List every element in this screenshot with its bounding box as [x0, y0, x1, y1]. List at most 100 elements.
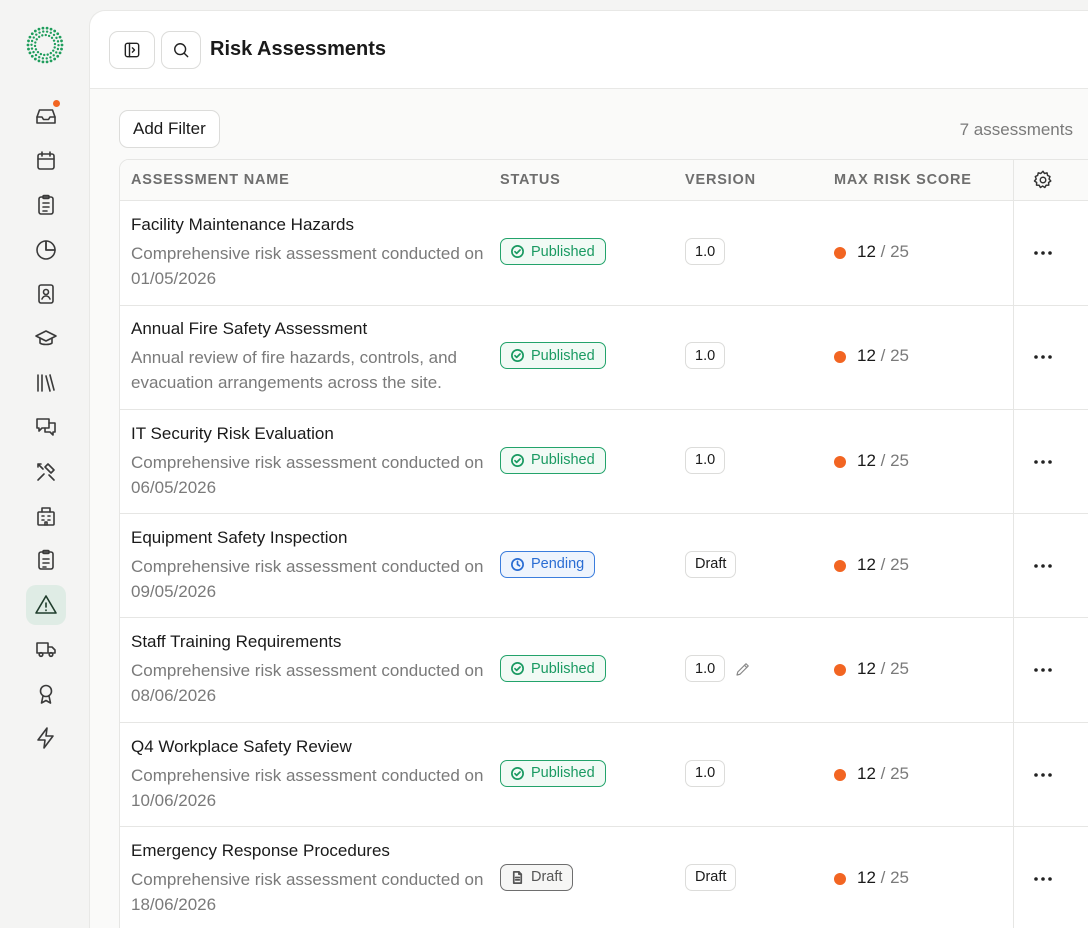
risk-score: 12 / 25: [857, 868, 909, 888]
more-horizontal-icon: [1034, 668, 1052, 672]
column-header-version[interactable]: VERSION: [685, 172, 756, 188]
column-header-max-risk-score[interactable]: MAX RISK SCORE: [834, 172, 972, 188]
row-actions-button[interactable]: [1032, 242, 1054, 264]
nav-vehicles[interactable]: [26, 629, 66, 669]
messages-icon: [36, 418, 56, 436]
document-icon: [512, 870, 523, 884]
pie-chart-icon: [36, 240, 56, 260]
column-settings-button[interactable]: [1032, 169, 1054, 191]
risk-score-value: 12: [857, 554, 876, 574]
nav-training[interactable]: [26, 318, 66, 358]
search-icon: [174, 43, 189, 58]
edit-version-button[interactable]: [734, 660, 752, 678]
table-row[interactable]: Equipment Safety Inspection Comprehensive…: [120, 514, 1088, 619]
risk-score-max: / 25: [880, 659, 910, 679]
gear-icon: [1033, 170, 1052, 189]
notification-dot: [52, 99, 61, 108]
add-filter-button[interactable]: Add Filter: [119, 110, 220, 148]
table-row[interactable]: Q4 Workplace Safety Review Comprehensive …: [120, 723, 1088, 827]
status-badge: Published: [500, 655, 606, 683]
version-badge: 1.0: [685, 655, 726, 683]
top-bar: Risk Assessments: [90, 11, 1088, 89]
search-button[interactable]: [161, 31, 201, 69]
row-actions-button[interactable]: [1032, 555, 1054, 577]
risk-score-dot: [834, 455, 846, 468]
warning-icon: [35, 595, 57, 614]
status-label: Published: [531, 347, 595, 364]
risk-score-max: / 25: [880, 554, 910, 574]
table-row[interactable]: Annual Fire Safety Assessment Annual revi…: [120, 305, 1088, 410]
status-label: Draft: [531, 869, 563, 886]
award-icon: [39, 684, 53, 704]
assessment-name[interactable]: Facility Maintenance Hazards: [131, 215, 354, 235]
nav-tools[interactable]: [26, 452, 66, 492]
assessment-name[interactable]: Annual Fire Safety Assessment: [131, 319, 367, 339]
status-label: Published: [531, 452, 595, 469]
nav-calendar[interactable]: [26, 141, 66, 181]
risk-score-dot: [834, 768, 846, 781]
row-actions-button[interactable]: [1032, 764, 1054, 786]
more-horizontal-icon: [1034, 355, 1052, 360]
risk-score-value: 12: [857, 346, 876, 366]
assessment-description: Comprehensive risk assessment conducted …: [131, 452, 484, 497]
more-horizontal-icon: [1034, 876, 1052, 881]
risk-score-value: 12: [857, 659, 876, 679]
toggle-sidebar-button[interactable]: [109, 31, 155, 69]
check-circle-icon: [511, 662, 524, 676]
row-actions-button[interactable]: [1032, 868, 1054, 890]
table-header: ASSESSMENT NAME STATUS VERSION MAX RISK …: [120, 160, 1088, 201]
nav-messages[interactable]: [26, 407, 66, 447]
clipboard-check-icon: [38, 549, 54, 570]
sidebar-panel-icon: [124, 42, 140, 58]
assessment-count: 7 assessments: [959, 120, 1073, 139]
row-actions-button[interactable]: [1032, 346, 1054, 368]
nav-certifications[interactable]: [26, 674, 66, 714]
risk-score-dot: [834, 872, 846, 885]
building-icon: [37, 507, 55, 526]
row-actions-button[interactable]: [1032, 451, 1054, 473]
assessment-description: Comprehensive risk assessment conducted …: [131, 556, 484, 601]
risk-score-max: / 25: [880, 346, 910, 366]
risk-score: 12 / 25: [857, 659, 909, 679]
assessment-name[interactable]: IT Security Risk Evaluation: [131, 424, 334, 444]
assessment-name[interactable]: Q4 Workplace Safety Review: [131, 737, 352, 757]
calendar-icon: [37, 151, 55, 170]
nav-contacts[interactable]: [26, 274, 66, 314]
risk-score-max: / 25: [880, 450, 910, 470]
clock-icon: [511, 557, 524, 571]
check-circle-icon: [511, 245, 524, 258]
nav-library[interactable]: [26, 363, 66, 403]
assessment-name[interactable]: Equipment Safety Inspection: [131, 528, 347, 548]
assessment-description: Comprehensive risk assessment conducted …: [131, 765, 484, 810]
risk-score-value: 12: [857, 763, 876, 783]
nav-checklists[interactable]: [26, 540, 66, 580]
logo-icon[interactable]: [25, 25, 65, 65]
tools-icon: [37, 463, 55, 481]
nav-sites[interactable]: [26, 496, 66, 536]
check-circle-icon: [511, 453, 524, 467]
more-horizontal-icon: [1034, 564, 1052, 568]
library-icon: [37, 374, 55, 392]
table-row[interactable]: Facility Maintenance Hazards Comprehensiv…: [120, 201, 1088, 306]
risk-score: 12 / 25: [857, 346, 909, 366]
nav-risk-assessments[interactable]: [26, 585, 66, 625]
status-badge: Published: [500, 238, 606, 265]
column-header-status[interactable]: STATUS: [500, 172, 561, 188]
version-badge: 1.0: [685, 446, 726, 474]
nav-tasks[interactable]: [26, 185, 66, 225]
nav-reports[interactable]: [26, 230, 66, 270]
row-actions-button[interactable]: [1032, 659, 1054, 681]
assessment-name[interactable]: Staff Training Requirements: [131, 632, 341, 652]
assessments-table: ASSESSMENT NAME STATUS VERSION MAX RISK …: [119, 159, 1088, 928]
assessment-description: Comprehensive risk assessment conducted …: [131, 244, 484, 288]
assessment-name[interactable]: Emergency Response Procedures: [131, 841, 390, 861]
status-label: Pending: [531, 556, 585, 573]
column-header-name[interactable]: ASSESSMENT NAME: [131, 172, 290, 188]
table-row[interactable]: Staff Training Requirements Comprehensive…: [120, 618, 1088, 723]
risk-score-max: / 25: [880, 867, 910, 887]
nav-automations[interactable]: [26, 718, 66, 758]
table-row[interactable]: IT Security Risk Evaluation Comprehensive…: [120, 410, 1088, 515]
status-badge: Published: [500, 342, 606, 370]
nav-inbox[interactable]: [26, 96, 66, 136]
table-row[interactable]: Emergency Response Procedures Comprehensi…: [120, 827, 1088, 928]
